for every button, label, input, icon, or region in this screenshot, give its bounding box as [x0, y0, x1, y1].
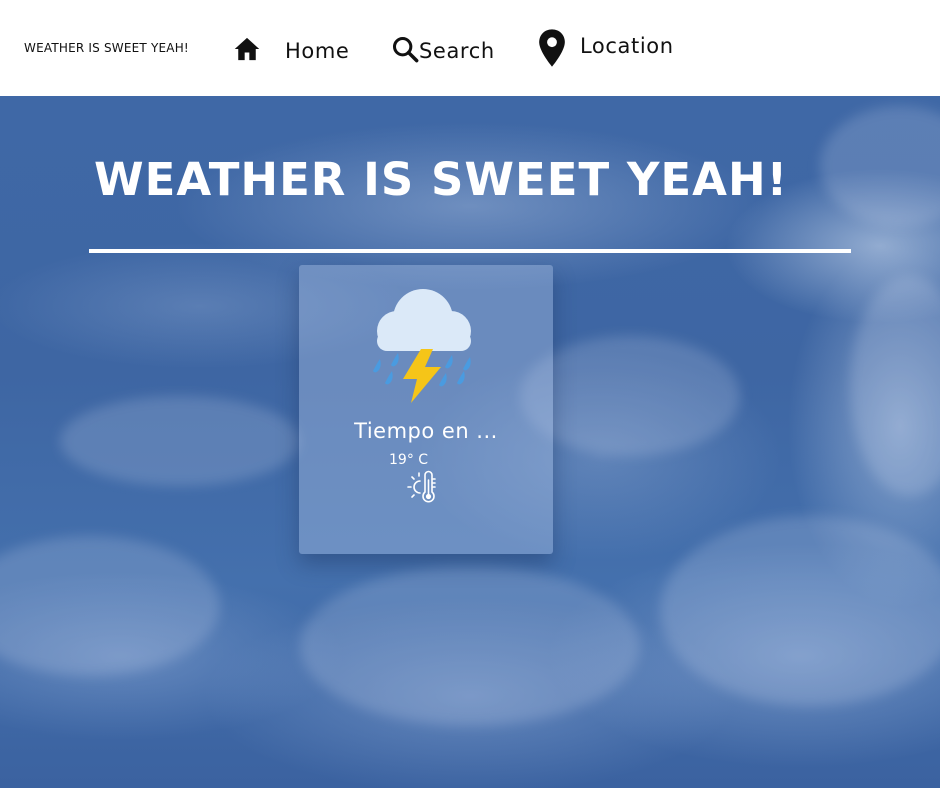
top-navigation-bar: WEATHER IS SWEET YEAH! Home Search Locat…: [0, 0, 940, 96]
nav-home-link[interactable]: Home: [233, 35, 349, 67]
page-title: WEATHER IS SWEET YEAH!: [94, 153, 789, 206]
sun-thermometer-icon: [404, 470, 440, 506]
thunderstorm-rain-icon: [359, 285, 479, 405]
nav-search-link[interactable]: Search: [391, 35, 495, 67]
nav-search-label: Search: [419, 39, 495, 63]
map-pin-icon: [538, 28, 566, 72]
nav-location-label: Location: [580, 34, 674, 58]
cloud-shape: [60, 396, 300, 486]
search-icon: [391, 35, 419, 67]
cloud-shape: [820, 106, 940, 226]
cloud-shape: [300, 566, 640, 726]
weather-location-title: Tiempo en ...: [354, 419, 498, 443]
cloud-shape: [520, 336, 740, 456]
nav-home-label: Home: [285, 39, 350, 63]
cloud-shape: [660, 516, 940, 706]
weather-page: WEATHER IS SWEET YEAH! Home Search Locat…: [0, 0, 940, 788]
brand-name[interactable]: WEATHER IS SWEET YEAH!: [24, 41, 189, 55]
nav-location-link[interactable]: Location: [538, 28, 674, 72]
cloud-shape: [850, 276, 940, 496]
title-divider: [89, 249, 851, 253]
temperature-value: 19° C: [389, 452, 429, 468]
weather-card[interactable]: Tiempo en ... 19° C: [299, 265, 553, 554]
home-icon: [233, 35, 261, 67]
cloud-shape: [0, 536, 220, 676]
